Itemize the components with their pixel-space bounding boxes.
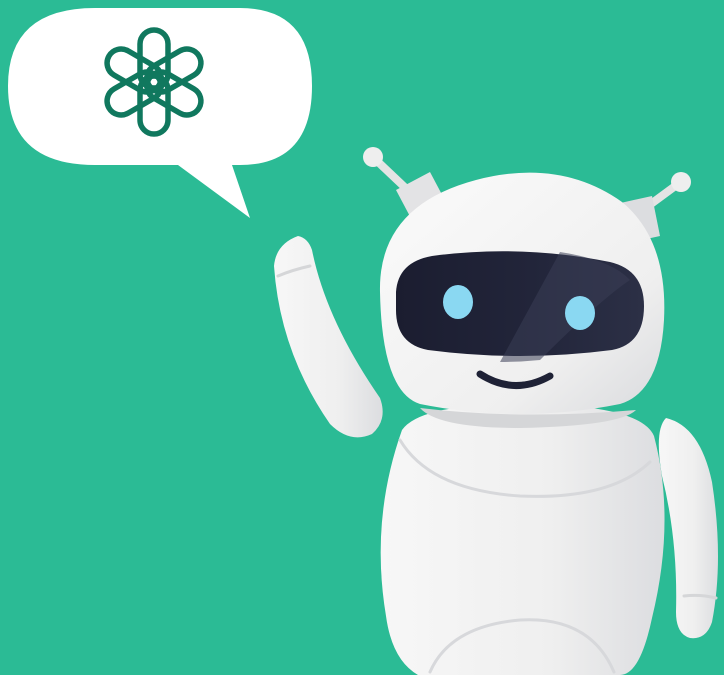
robot-lowered-arm (658, 418, 718, 639)
robot (274, 147, 718, 675)
robot-raised-arm (274, 236, 383, 438)
illustration-canvas (8, 8, 718, 675)
robot-right-eye (565, 296, 595, 330)
speech-bubble-shape (8, 8, 312, 218)
speech-bubble (8, 8, 312, 218)
robot-body (380, 404, 665, 675)
robot-illustration (0, 0, 724, 675)
robot-left-eye (443, 285, 473, 319)
